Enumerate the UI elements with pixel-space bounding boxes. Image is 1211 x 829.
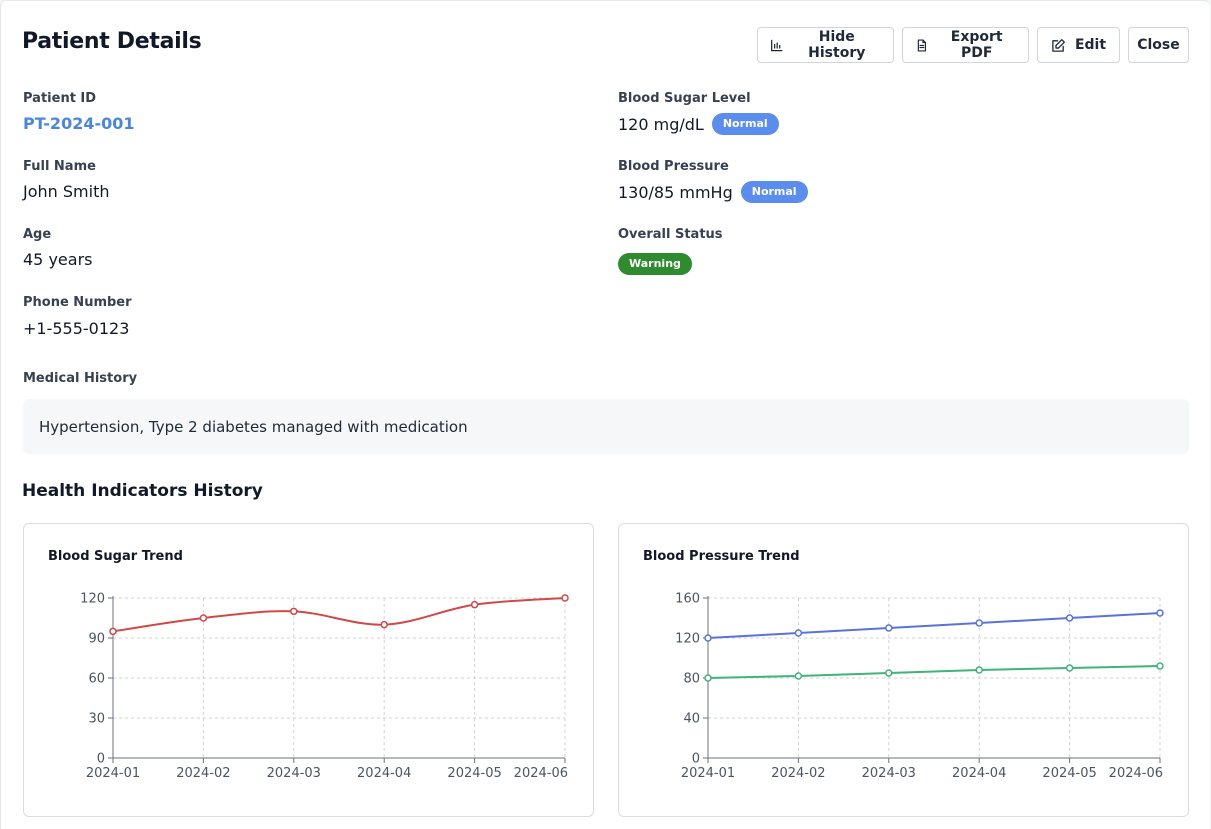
export-pdf-button[interactable]: Export PDF bbox=[902, 27, 1029, 63]
blood-pressure-chart-x-tick-label: 2024-01 bbox=[681, 766, 735, 781]
blood-pressure-chart-y-tick-label: 40 bbox=[683, 712, 700, 727]
medical-history-value: Hypertension, Type 2 diabetes managed wi… bbox=[39, 417, 468, 436]
blood-pressure-value: 130/85 mmHg bbox=[618, 182, 733, 202]
blood-pressure-chart: 0 40 80 120 160 2024-01 2024-02 2024-03 2024-04 2… bbox=[675, 592, 1164, 781]
blood-sugar-chart-series-0-point bbox=[470, 600, 479, 609]
blood-pressure-chart-x-tick-label: 2024-06 bbox=[1109, 766, 1163, 781]
blood-pressure-row: 130/85 mmHg Normal bbox=[618, 181, 808, 203]
blood-sugar-chart-card: Blood Sugar Trend 0 30 60 90 120 2024-01 2024-… bbox=[23, 523, 594, 817]
edit-button[interactable]: Edit bbox=[1037, 27, 1120, 63]
blood-sugar-status-badge: Normal bbox=[711, 113, 779, 135]
blood-sugar-label: Blood Sugar Level bbox=[618, 91, 751, 106]
medical-history-label: Medical History bbox=[23, 371, 138, 386]
blood-pressure-chart-y-tick-label: 160 bbox=[675, 592, 700, 607]
edit-label: Edit bbox=[1074, 37, 1107, 53]
age-label: Age bbox=[23, 227, 52, 242]
blood-sugar-chart-series-0-point bbox=[561, 594, 569, 602]
hide-history-button[interactable]: Hide History bbox=[757, 27, 894, 63]
blood-sugar-chart-y-tick-label: 60 bbox=[88, 672, 105, 687]
overall-status-row: Warning bbox=[618, 253, 692, 275]
blood-pressure-label: Blood Pressure bbox=[618, 159, 729, 174]
edit-icon bbox=[1052, 38, 1065, 52]
export-pdf-label: Export PDF bbox=[950, 29, 1003, 61]
document-icon bbox=[917, 38, 927, 52]
blood-pressure-chart-series-1-point bbox=[1156, 662, 1164, 670]
blood-pressure-chart-series-0-point bbox=[1065, 614, 1074, 622]
phone-value: +1-555-0123 bbox=[23, 319, 130, 338]
full-name-label: Full Name bbox=[23, 159, 96, 174]
blood-pressure-chart-series-0-point bbox=[885, 624, 893, 632]
blood-sugar-chart-x-tick-label: 2024-01 bbox=[86, 766, 140, 781]
blood-pressure-chart-y-tick-label: 0 bbox=[692, 752, 700, 767]
blood-sugar-row: 120 mg/dL Normal bbox=[618, 113, 779, 135]
blood-pressure-chart-card: Blood Pressure Trend 0 40 80 120 160 2024-01 2… bbox=[618, 523, 1189, 817]
blood-pressure-chart-series-0-point bbox=[975, 619, 983, 627]
blood-sugar-chart-series-0-point bbox=[380, 620, 388, 629]
blood-sugar-chart-x-tick-label: 2024-03 bbox=[267, 766, 321, 781]
bar-chart-icon bbox=[771, 39, 783, 51]
blood-pressure-chart-series-0-point bbox=[704, 634, 712, 642]
blood-sugar-chart-series-0-point bbox=[199, 614, 208, 622]
blood-sugar-chart-series-0-point bbox=[290, 607, 298, 616]
blood-pressure-chart-y-tick-label: 80 bbox=[683, 672, 700, 687]
page-title: Patient Details bbox=[22, 29, 202, 54]
blood-sugar-chart-series-0-line bbox=[112, 597, 566, 633]
blood-sugar-chart-y-tick-label: 30 bbox=[88, 712, 105, 727]
blood-sugar-chart-series-0-point bbox=[109, 627, 117, 636]
blood-pressure-status-badge: Normal bbox=[740, 181, 808, 203]
blood-pressure-chart-x-tick-label: 2024-03 bbox=[862, 766, 916, 781]
blood-pressure-chart-x-tick-label: 2024-04 bbox=[952, 766, 1006, 781]
blood-pressure-chart-series-1-point bbox=[794, 672, 803, 680]
patient-id-label: Patient ID bbox=[23, 91, 97, 106]
blood-pressure-chart-series-1-point bbox=[704, 674, 712, 682]
blood-pressure-chart-series-0-line bbox=[707, 612, 1161, 639]
overall-status-badge: Warning bbox=[618, 253, 692, 275]
blood-pressure-chart-y-tick-label: 120 bbox=[675, 632, 700, 647]
blood-sugar-chart-x-tick-label: 2024-04 bbox=[357, 766, 411, 781]
blood-pressure-chart-series-1-line bbox=[707, 665, 1161, 679]
phone-label: Phone Number bbox=[23, 295, 132, 310]
close-button[interactable]: Close bbox=[1128, 27, 1189, 63]
blood-sugar-chart-y-tick-label: 90 bbox=[88, 632, 105, 647]
blood-pressure-chart-series-0-point bbox=[794, 629, 803, 637]
blood-sugar-chart-y-tick-label: 120 bbox=[80, 592, 105, 607]
blood-sugar-chart-x-tick-label: 2024-06 bbox=[514, 766, 568, 781]
close-label: Close bbox=[1137, 37, 1180, 53]
overall-status-label: Overall Status bbox=[618, 227, 723, 242]
blood-pressure-chart-series-1-point bbox=[975, 666, 983, 674]
blood-sugar-value: 120 mg/dL bbox=[618, 114, 704, 134]
blood-pressure-chart-series-1-point bbox=[1065, 664, 1074, 672]
age-value: 45 years bbox=[23, 250, 93, 269]
full-name-value: John Smith bbox=[23, 182, 110, 201]
blood-sugar-chart-x-tick-label: 2024-02 bbox=[176, 766, 230, 781]
medical-history-box: Hypertension, Type 2 diabetes managed wi… bbox=[23, 399, 1189, 454]
blood-pressure-chart-x-tick-label: 2024-02 bbox=[771, 766, 825, 781]
blood-pressure-chart-series-0-point bbox=[1156, 609, 1164, 617]
blood-sugar-chart: 0 30 60 90 120 2024-01 2024-02 2024-03 2024-04 20… bbox=[80, 592, 569, 781]
blood-sugar-chart-y-tick-label: 0 bbox=[97, 752, 105, 767]
patient-id-value[interactable]: PT-2024-001 bbox=[23, 114, 135, 133]
health-indicators-title: Health Indicators History bbox=[22, 481, 263, 501]
blood-sugar-chart-x-tick-label: 2024-05 bbox=[447, 766, 501, 781]
blood-pressure-chart-series-1-point bbox=[885, 669, 893, 677]
patient-details-dialog: Patient Details Hide History Export PDF … bbox=[0, 0, 1210, 829]
blood-pressure-chart-x-tick-label: 2024-05 bbox=[1042, 766, 1096, 781]
hide-history-label: Hide History bbox=[808, 29, 866, 61]
